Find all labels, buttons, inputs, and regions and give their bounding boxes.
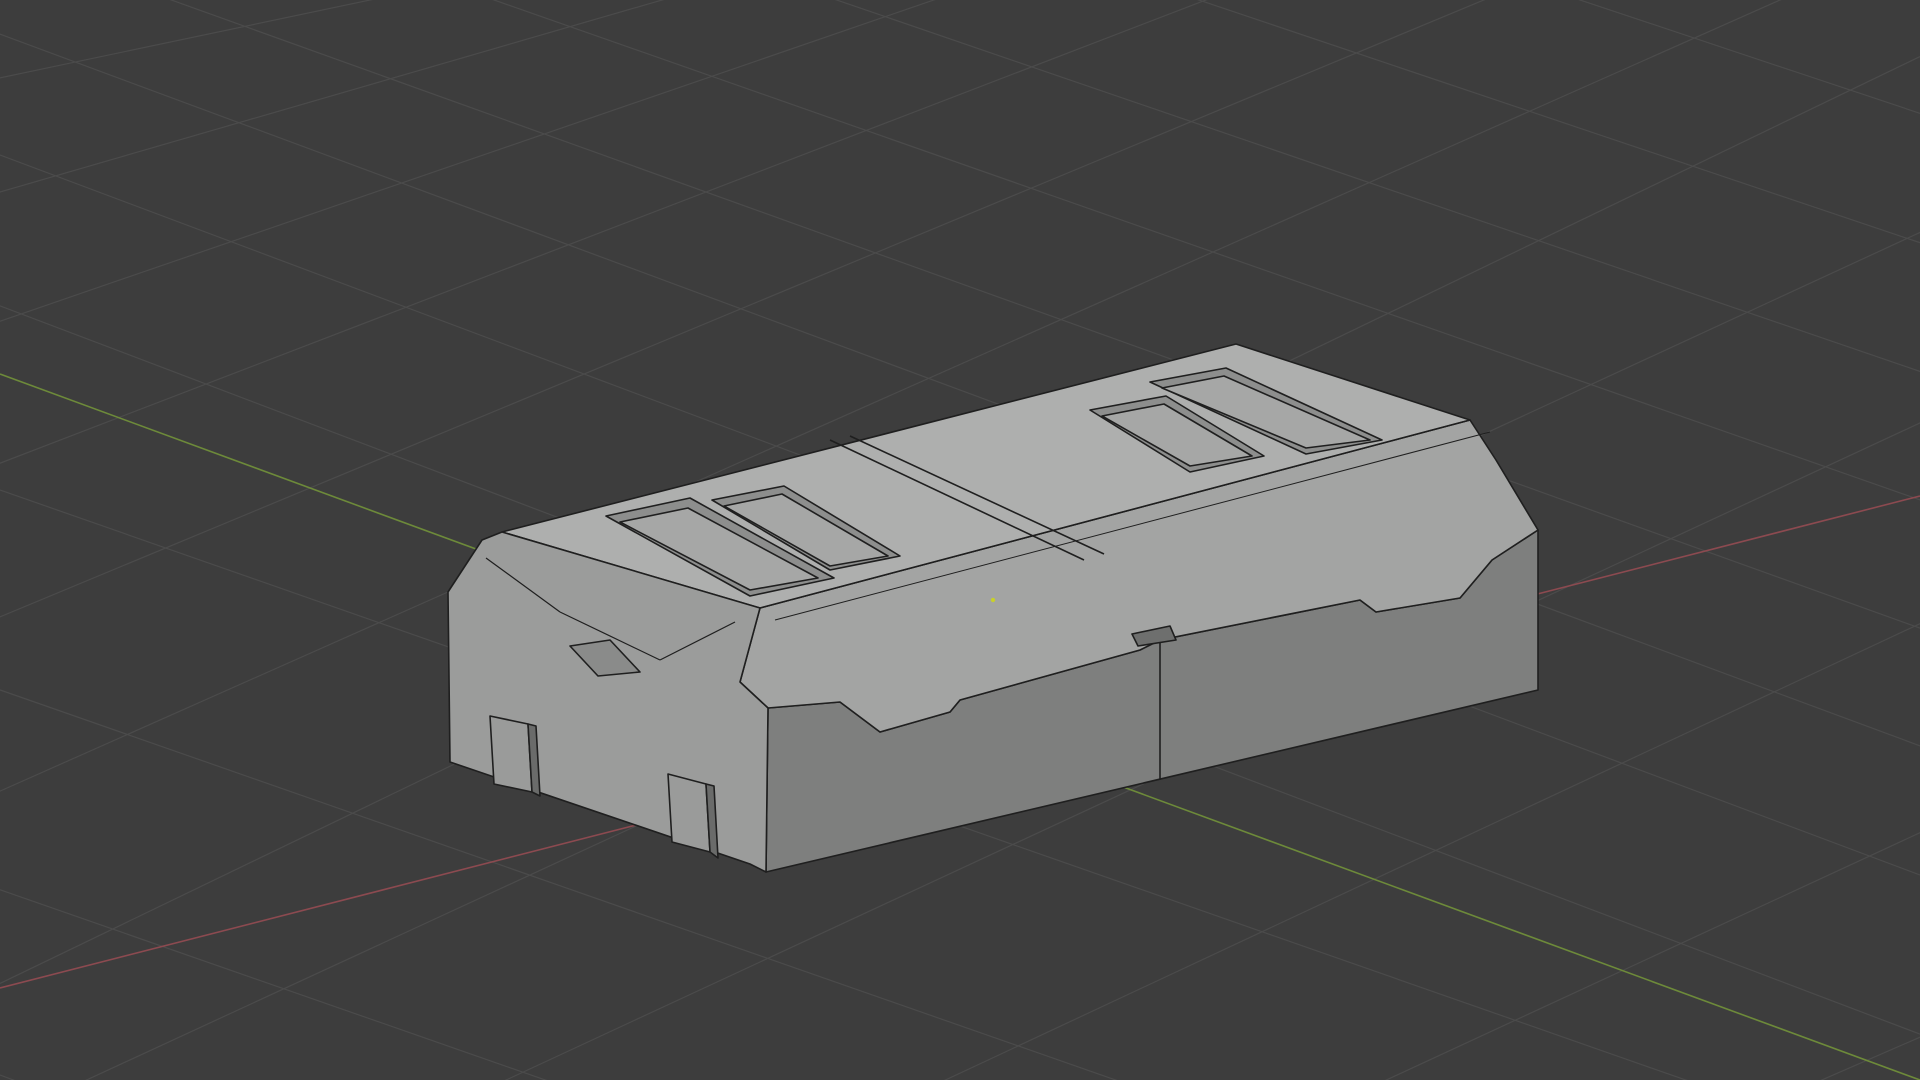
3d-viewport[interactable] — [0, 0, 1920, 1080]
end-clip-left — [489, 715, 541, 797]
object-origin — [990, 597, 996, 603]
viewport-canvas[interactable] — [0, 0, 1920, 1080]
